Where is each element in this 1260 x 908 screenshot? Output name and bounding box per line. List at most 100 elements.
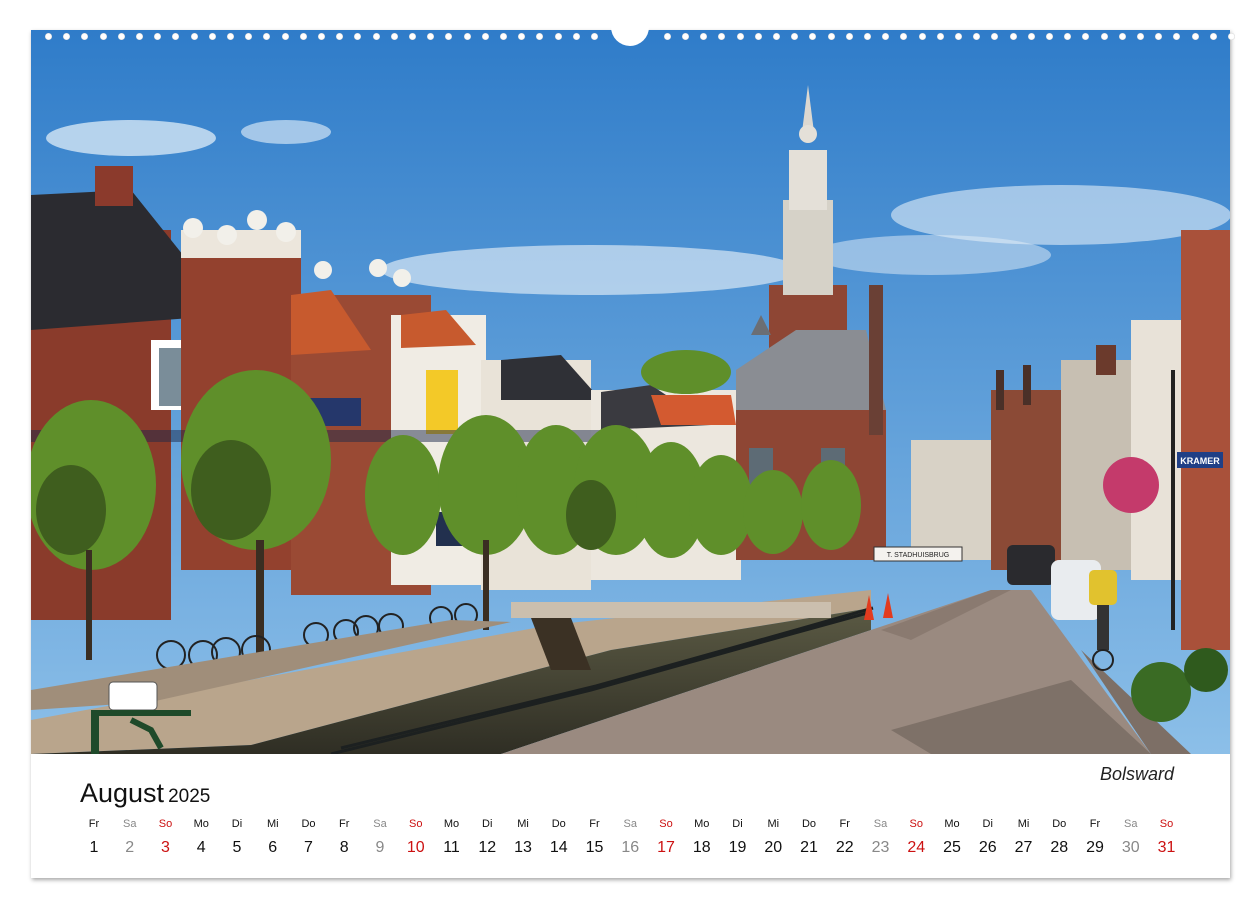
binding-hole (500, 33, 507, 40)
binding-hole (481, 33, 489, 40)
day-number: 17 (657, 839, 675, 856)
month-name: August (80, 778, 165, 808)
weekday-label: Fr (839, 818, 850, 830)
binding-hole (136, 33, 143, 40)
day-number: 2 (125, 839, 135, 856)
binding-hole (427, 33, 435, 40)
binding-hole (45, 33, 52, 40)
day-number: 27 (1014, 839, 1033, 856)
binding-hole (263, 33, 271, 40)
day-number: 16 (621, 839, 640, 856)
binding-hole (663, 33, 671, 40)
binding-hole (845, 33, 853, 40)
weekday-label: Fr (1089, 818, 1101, 830)
binding-hole (1027, 33, 1035, 40)
day-number: 10 (406, 839, 425, 856)
weekday-label: Sa (623, 818, 637, 830)
weekday-label: Sa (1124, 818, 1138, 830)
day-number: 3 (161, 839, 170, 856)
binding-hole (754, 33, 762, 40)
binding-hole (973, 33, 981, 40)
binding-hole (882, 33, 890, 40)
binding-hole (809, 33, 817, 40)
binding-hole (299, 33, 307, 40)
binding-hole (172, 33, 180, 40)
binding-hole (918, 33, 926, 40)
binding-hole (1082, 33, 1090, 40)
binding-hole (718, 33, 726, 40)
weekday-label: Do (551, 818, 566, 830)
weekday-label: Sa (373, 818, 387, 830)
day-number: 19 (728, 839, 747, 856)
day-number: 15 (585, 839, 604, 856)
weekday-label: So (409, 818, 423, 830)
day-number: 28 (1050, 839, 1069, 856)
binding-hole (518, 33, 526, 40)
weekday-label: Mi (1017, 818, 1030, 830)
day-number: 13 (514, 839, 532, 856)
weekday-label: Di (482, 818, 493, 830)
day-number: 11 (443, 839, 460, 856)
binding-hole (63, 33, 71, 40)
day-number: 12 (478, 839, 497, 856)
weekday-label: Fr (88, 818, 100, 830)
weekday-label: So (909, 818, 923, 830)
binding-hole (463, 33, 471, 40)
binding-hole (245, 33, 253, 40)
weekday-label: Do (301, 818, 316, 830)
weekday-label: Fr (589, 818, 600, 830)
binding-hole (1209, 33, 1217, 40)
binding-hole (227, 33, 234, 40)
binding-hole (900, 33, 908, 40)
weekday-label: So (158, 818, 173, 830)
binding-hole (190, 33, 198, 40)
binding-hole (281, 33, 289, 40)
day-number: 26 (978, 839, 997, 856)
binding-hole (1064, 33, 1072, 40)
binding-hole (700, 33, 708, 40)
binding-hole (336, 33, 344, 40)
binding-hole (554, 33, 562, 40)
weekday-label: Mo (193, 818, 209, 830)
day-number: 29 (1086, 839, 1104, 856)
binding-hole (318, 33, 325, 40)
weekday-label: Di (982, 818, 993, 830)
day-number: 21 (800, 839, 818, 856)
binding-hole (208, 33, 216, 40)
binding-hole (936, 33, 944, 40)
day-number: 25 (943, 839, 961, 856)
binding-hole (117, 33, 125, 40)
day-number: 31 (1157, 839, 1176, 856)
binding-hole (1137, 33, 1144, 40)
day-number: 22 (835, 839, 854, 856)
binding-hole (991, 33, 999, 40)
binding-hole (1100, 33, 1108, 40)
day-number: 30 (1121, 839, 1140, 856)
day-number: 9 (375, 839, 385, 856)
binding-hole (791, 33, 799, 40)
day-number: 1 (89, 839, 99, 856)
calendar-page: T. STADHUISBRUG KRAMER Bolsward August 20… (31, 16, 1235, 878)
binding-hole (1009, 33, 1017, 40)
day-number: 6 (268, 839, 278, 856)
weekday-label: Di (231, 818, 243, 830)
day-number: 18 (692, 839, 711, 856)
binding-hole (864, 33, 871, 40)
binding-hole (827, 33, 835, 40)
binding-hole (955, 33, 962, 40)
binding-hole (1191, 33, 1199, 40)
day-number: 20 (764, 839, 783, 856)
weekday-label: Mi (767, 818, 780, 830)
calendar-grid: Fr 1 Sa 2 So 3 Mo 4 Di 5 Mi 6 Do 7 Fr 8 Sa 9 So 10 Mo 11 Di 12 M… (80, 818, 1180, 864)
photo-caption: Bolsward (1099, 764, 1174, 784)
binding-hole (154, 33, 162, 40)
weekday-label: Do (1052, 818, 1067, 830)
month-title: August 2025 (80, 778, 210, 809)
weekday-label: Mo (944, 818, 960, 830)
year: 2025 (168, 786, 211, 807)
day-number: 8 (339, 839, 349, 856)
day-number: 24 (907, 839, 926, 856)
weekday-label: Mo (694, 818, 710, 830)
binding-hole (445, 33, 453, 40)
weekday-label: So (659, 818, 673, 830)
